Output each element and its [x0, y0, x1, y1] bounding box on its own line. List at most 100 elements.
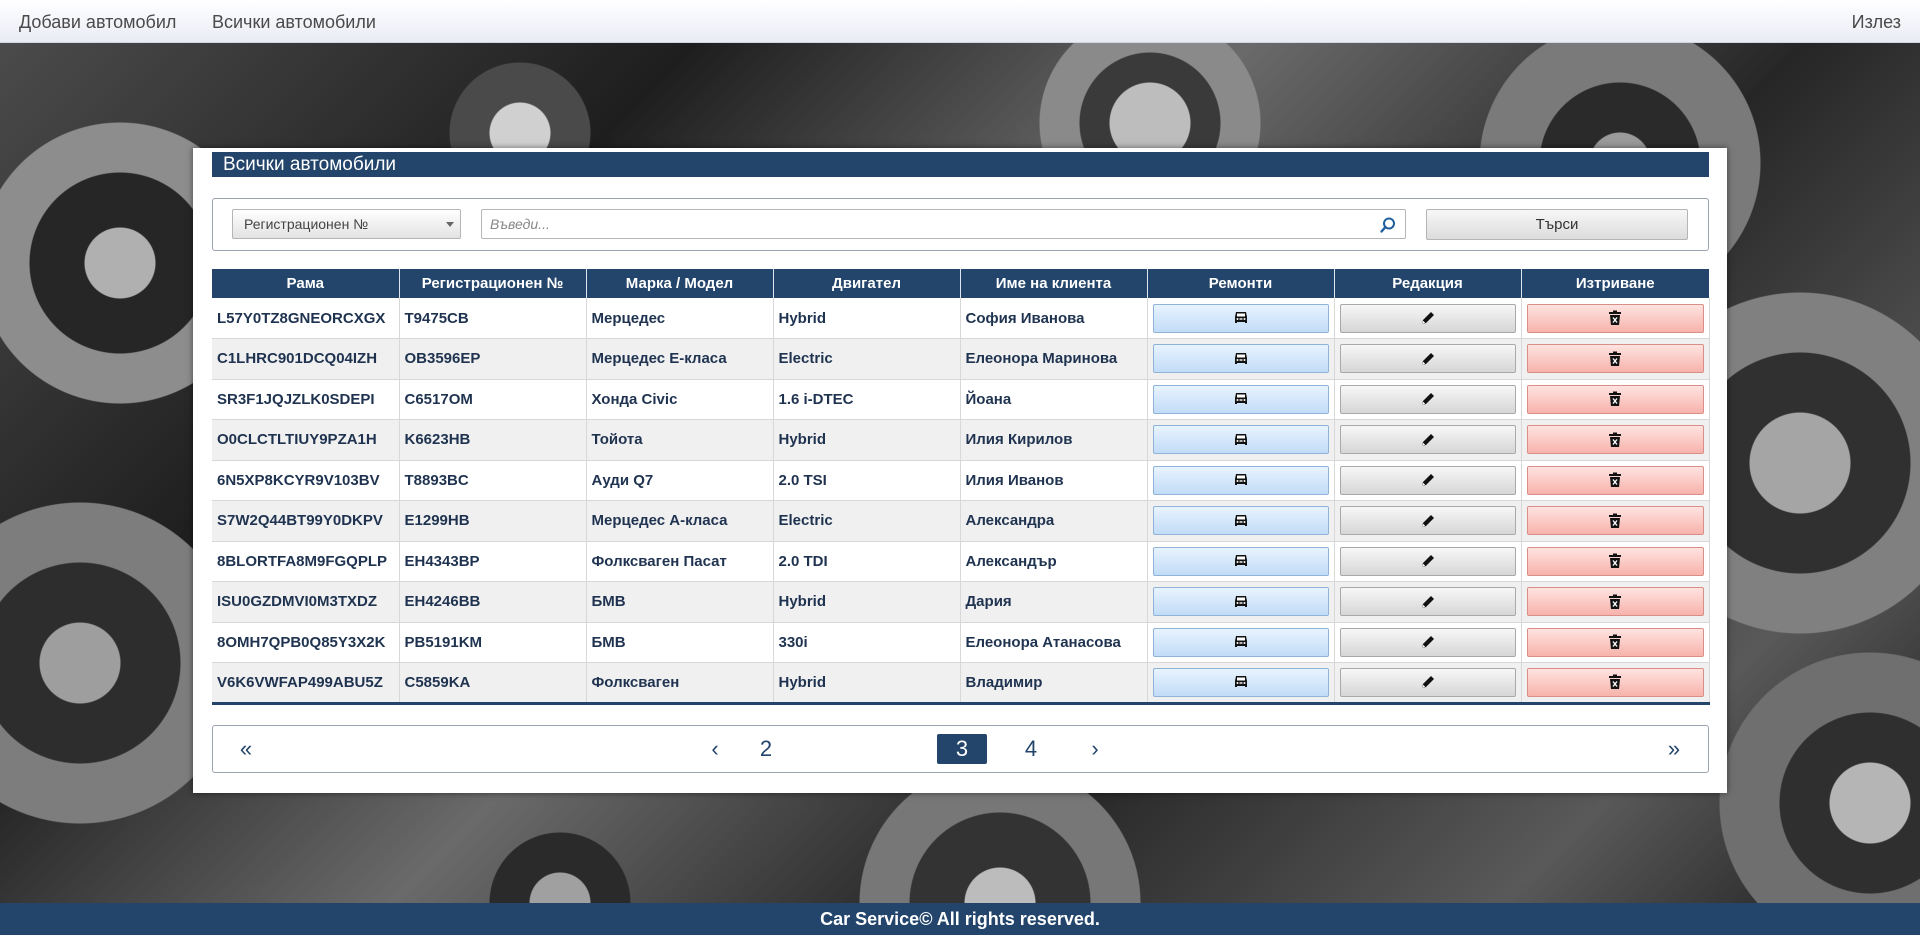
car-icon	[1234, 636, 1247, 648]
pencil-icon	[1421, 352, 1434, 365]
cell-vin: C1LHRC901DCQ04IZH	[212, 338, 400, 380]
cell-engine: Electric	[773, 500, 961, 542]
table-row: L57Y0TZ8GNEORCXGX T9475CB Мерцедес Hybrid Со…	[212, 298, 1710, 339]
cell-client: Илия Иванов	[960, 460, 1148, 501]
nav-logout[interactable]: Излез	[1852, 12, 1901, 33]
nav-all-cars[interactable]: Всички автомобили	[212, 12, 376, 33]
edit-button[interactable]	[1339, 303, 1516, 333]
delete-button[interactable]	[1526, 344, 1704, 374]
repairs-button-cell	[1147, 460, 1335, 501]
edit-button-cell	[1334, 622, 1522, 663]
trash-icon	[1609, 472, 1621, 488]
trash-icon	[1609, 351, 1621, 366]
pager-first[interactable]: «	[231, 734, 261, 764]
repairs-button[interactable]	[1152, 425, 1329, 455]
search-field-selected: Регистрационен №	[244, 216, 369, 232]
trash-icon	[1609, 634, 1621, 650]
repairs-button-cell	[1147, 541, 1335, 582]
edit-button[interactable]	[1339, 344, 1516, 374]
cell-engine: Hybrid	[773, 581, 961, 623]
delete-button[interactable]	[1526, 587, 1704, 617]
header-registration[interactable]: Регистрационен №	[399, 269, 587, 298]
trash-icon	[1609, 674, 1621, 690]
search-bar: Регистрационен № Търси	[212, 198, 1709, 251]
edit-button-cell	[1334, 379, 1522, 420]
delete-button[interactable]	[1526, 546, 1704, 576]
delete-button-cell	[1521, 338, 1710, 380]
delete-button[interactable]	[1526, 506, 1704, 536]
repairs-button[interactable]	[1152, 506, 1329, 536]
edit-button[interactable]	[1339, 425, 1516, 455]
delete-button[interactable]	[1526, 384, 1704, 414]
repairs-button[interactable]	[1152, 627, 1329, 657]
delete-button-cell	[1521, 581, 1710, 623]
search-field-select[interactable]: Регистрационен №	[232, 209, 461, 239]
cell-vin: V6K6VWFAP499ABU5Z	[212, 662, 400, 704]
edit-button[interactable]	[1339, 465, 1516, 495]
search-icon[interactable]	[1379, 216, 1397, 234]
header-vin[interactable]: Рама	[212, 269, 400, 298]
pager-page-4[interactable]: 4	[1006, 734, 1056, 764]
delete-button[interactable]	[1526, 425, 1704, 455]
nav-add-car[interactable]: Добави автомобил	[19, 12, 176, 33]
cell-client: Йоана	[960, 379, 1148, 420]
repairs-button-cell	[1147, 662, 1335, 704]
search-button[interactable]: Търси	[1426, 209, 1688, 240]
repairs-button[interactable]	[1152, 303, 1329, 333]
repairs-button-cell	[1147, 379, 1335, 420]
pager-last[interactable]: »	[1659, 734, 1689, 764]
table-row: C1LHRC901DCQ04IZH OB3596EP Мерцедес Е-клас…	[212, 338, 1710, 380]
header-engine[interactable]: Двигател	[773, 269, 961, 298]
car-icon	[1234, 595, 1247, 607]
cell-registration: E1299HB	[399, 500, 587, 542]
delete-button[interactable]	[1526, 667, 1704, 697]
repairs-button[interactable]	[1152, 344, 1329, 374]
pager-page-3-current[interactable]: 3	[937, 734, 987, 764]
edit-button[interactable]	[1339, 667, 1516, 697]
delete-button[interactable]	[1526, 303, 1704, 333]
repairs-button[interactable]	[1152, 384, 1329, 414]
repairs-button[interactable]	[1152, 465, 1329, 495]
delete-button[interactable]	[1526, 465, 1704, 495]
repairs-button-cell	[1147, 338, 1335, 380]
edit-button[interactable]	[1339, 627, 1516, 657]
pencil-icon	[1421, 433, 1434, 446]
cell-model: Фолксваген Пасат	[586, 541, 774, 582]
pager-next[interactable]: ›	[1080, 734, 1110, 764]
delete-button[interactable]	[1526, 627, 1704, 657]
repairs-button[interactable]	[1152, 667, 1329, 697]
edit-button[interactable]	[1339, 587, 1516, 617]
table-row: 8OMH7QPB0Q85Y3X2K PB5191KM БМВ 330i Елеонора…	[212, 622, 1710, 663]
cell-registration: K6623HB	[399, 419, 587, 461]
repairs-button[interactable]	[1152, 587, 1329, 617]
cell-registration: C5859KA	[399, 662, 587, 704]
repairs-button[interactable]	[1152, 546, 1329, 576]
table-row: O0CLCTLTIUY9PZA1H K6623HB Тойота Hybrid Илия…	[212, 419, 1710, 461]
cars-table: Рама Регистрационен № Марка / Модел Двиг…	[212, 269, 1710, 705]
trash-icon	[1609, 391, 1621, 407]
header-client[interactable]: Име на клиента	[960, 269, 1148, 298]
cell-model: БМВ	[586, 622, 774, 663]
edit-button-cell	[1334, 581, 1522, 623]
edit-button[interactable]	[1339, 384, 1516, 414]
pager-page-2[interactable]: 2	[741, 734, 791, 764]
cell-model: БМВ	[586, 581, 774, 623]
header-model[interactable]: Марка / Модел	[586, 269, 774, 298]
edit-button-cell	[1334, 460, 1522, 501]
edit-button[interactable]	[1339, 546, 1516, 576]
delete-button-cell	[1521, 298, 1710, 339]
trash-icon	[1609, 594, 1621, 609]
cell-registration: PB5191KM	[399, 622, 587, 663]
cell-model: Мерцедес А-класа	[586, 500, 774, 542]
search-input[interactable]	[481, 209, 1406, 239]
cell-vin: ISU0GZDMVI0M3TXDZ	[212, 581, 400, 623]
cell-vin: L57Y0TZ8GNEORCXGX	[212, 298, 400, 339]
top-navbar: Добави автомобил Всички автомобили Излез	[0, 0, 1920, 43]
cell-model: Фолксваген	[586, 662, 774, 704]
pager-prev[interactable]: ‹	[700, 734, 730, 764]
delete-button-cell	[1521, 460, 1710, 501]
cell-vin: SR3F1JQJZLK0SDEPI	[212, 379, 400, 420]
edit-button[interactable]	[1339, 506, 1516, 536]
pencil-icon	[1421, 636, 1434, 649]
cars-panel: Всички автомобили Регистрационен № Търси…	[193, 148, 1727, 793]
